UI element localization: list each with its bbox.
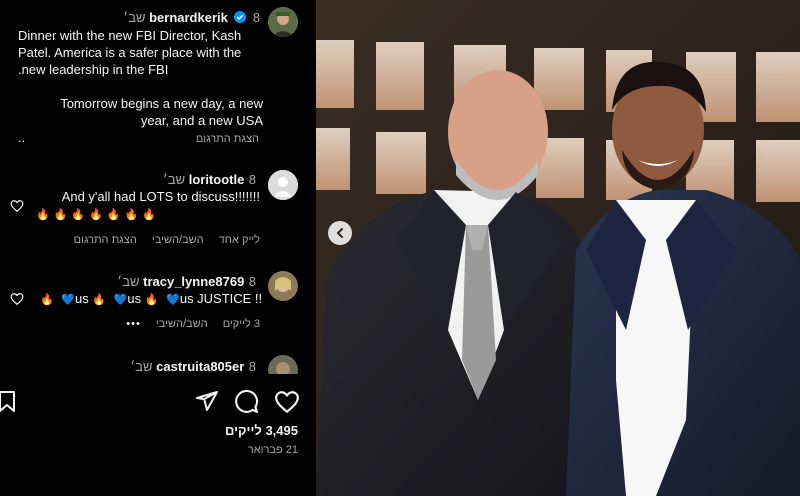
default-avatar-icon: [268, 170, 298, 200]
blue-heart-icon: 💙: [61, 294, 76, 306]
post-caption: Dinner with the new FBI Director, Kash P…: [18, 27, 263, 146]
comment-reply-button[interactable]: השב/השיבי: [152, 234, 204, 246]
comment-header: tracy_lynne8769 8 שב׳: [117, 273, 260, 291]
fire-icon: 🔥: [106, 209, 121, 221]
fire-icon: 🔥: [142, 209, 156, 221]
action-bar: 3,495 לייקים 21 פברואר: [0, 374, 316, 496]
carousel-prev-button[interactable]: [328, 221, 352, 245]
comment-actions: לייק אחד השב/השיבי הצגת התרגום: [74, 234, 260, 246]
caption-line: year, and a new USA: [140, 113, 263, 128]
post-author-username[interactable]: bernardkerik: [149, 10, 228, 25]
comment-fire-emojis: 🔥 🔥 🔥 🔥 🔥 🔥 🔥: [36, 205, 160, 223]
bookmark-icon[interactable]: [0, 390, 18, 414]
comment-username[interactable]: castruita805er: [156, 359, 244, 374]
caption-line: Dinner with the new FBI Director, Kash: [18, 28, 242, 43]
comment-username[interactable]: tracy_lynne8769: [143, 274, 244, 289]
post-author-avatar[interactable]: [268, 7, 298, 37]
avatar-image: [268, 7, 298, 37]
caption-line: [18, 78, 263, 95]
fire-icon: 🔥: [144, 294, 159, 306]
fire-icon: 🔥: [36, 209, 50, 221]
fire-icon: 🔥: [124, 209, 139, 221]
avatar-image: [268, 271, 298, 301]
post-header: bernardkerik 8 שב׳: [123, 9, 260, 27]
comments-panel: bernardkerik 8 שב׳ Dinner with the new F…: [0, 0, 316, 496]
comment-avatar[interactable]: [268, 170, 298, 200]
comment-like-count[interactable]: לייק אחד: [219, 234, 260, 246]
comment-text-part: us: [75, 291, 89, 306]
comment-more-options-button[interactable]: •••: [126, 318, 141, 330]
comment-username[interactable]: loritootle: [189, 172, 245, 187]
likes-count[interactable]: 3,495 לייקים: [225, 423, 298, 438]
fire-icon: 🔥: [71, 209, 86, 221]
comment-icon[interactable]: [234, 389, 259, 414]
comment-like-heart-icon[interactable]: [10, 292, 24, 306]
comment-avatar[interactable]: [268, 271, 298, 301]
comment-text: 🔥 💙us 🔥 💙us 🔥 💙us JUSTICE !!: [40, 290, 262, 309]
share-icon[interactable]: [195, 389, 219, 413]
comment-text-part: us JUSTICE !!: [179, 291, 263, 306]
comment-like-heart-icon[interactable]: [10, 199, 24, 213]
post-date: 21 פברואר: [247, 444, 298, 456]
comment-like-count[interactable]: 3 לייקים: [223, 318, 260, 330]
blue-heart-icon: 💙: [113, 294, 128, 306]
comment-reply-button[interactable]: השב/השיבי: [156, 318, 208, 330]
see-translation-link[interactable]: הצגת התרגום: [18, 133, 259, 145]
heart-icon[interactable]: [274, 389, 300, 415]
comment-translate-link[interactable]: הצגת התרגום: [74, 234, 137, 246]
photo-image: [316, 0, 800, 496]
chevron-left-icon: [337, 228, 343, 238]
fire-icon: 🔥: [89, 209, 103, 221]
caption-line: .new leadership in the FBI: [18, 62, 169, 77]
fire-icon: 🔥: [53, 209, 68, 221]
verified-badge-icon: [234, 11, 247, 23]
post-photo[interactable]: [316, 0, 800, 496]
fire-icon: 🔥: [40, 294, 54, 306]
fire-icon: 🔥: [92, 294, 107, 306]
blue-heart-icon: 💙: [166, 294, 180, 306]
comment-header: loritootle 8 שב׳: [163, 171, 260, 189]
comment-text-part: us: [127, 291, 142, 306]
comment-text: !!!!!!!And y'all had LOTS to discuss: [61, 189, 260, 204]
comment-actions: 3 לייקים השב/השיבי •••: [126, 318, 260, 330]
caption-line: Tomorrow begins a new day, a new: [60, 96, 263, 111]
caption-line: Patel. America is a safer place with the: [18, 45, 242, 60]
